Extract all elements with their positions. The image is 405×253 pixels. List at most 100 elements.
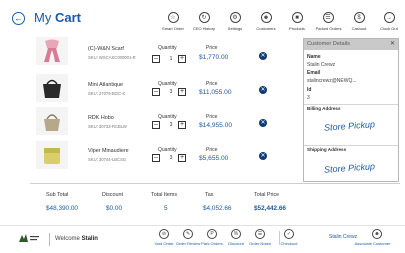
order-notes-icon: ☰ [255,229,265,239]
remove-item-button[interactable]: ✕ [259,119,267,127]
nav-label: Settings [227,26,243,31]
increment-button[interactable]: + [178,88,186,96]
item-name: (C)-W&N Scarf [88,46,124,52]
parked-orders-icon: ☰ [322,12,334,23]
bottom-label: Checkout [280,241,298,246]
footer-divider [0,225,405,226]
customers-icon: ☻ [260,12,272,23]
associate-customer-button[interactable]: ☻ Associate Customer [355,229,392,246]
history-icon: ↻ [198,12,210,23]
price-label: Price [206,147,218,153]
bag-image [36,74,68,102]
quantity-stepper: – 1 + [152,55,190,64]
order-notes-button[interactable]: ☰ Order Notes [247,229,273,246]
park-orders-icon: P [207,229,217,239]
billing-address-label: Billing Address [307,106,341,111]
quantity-stepper: – 3 + [152,154,190,163]
void-order-button[interactable]: ⊘ Void Order [151,229,177,246]
discount-label: Discount [102,192,123,198]
price-label: Price [206,114,218,120]
products-icon: ■ [291,12,303,23]
discount-button[interactable]: % Discount [223,229,249,246]
page-title: My Cart [34,10,81,25]
decrement-button[interactable]: – [152,55,160,63]
associated-customer-name[interactable]: Stalin Crewz [329,234,357,240]
item-sku: SKU: 27079-BOC-K [88,91,126,96]
clutch-icon [44,148,60,164]
nav-ceo-history[interactable]: ↻ CEO History [191,12,217,31]
quantity-stepper: – 3 + [152,121,190,130]
quantity-value[interactable]: 3 [168,154,174,162]
shipping-address-label: Shipping Address [307,147,347,152]
price-label: Price [206,45,218,51]
bottom-label: Associate Customer [354,241,391,246]
price-label: Price [206,81,218,87]
totals-divider [30,183,400,184]
total-items-value: 5 [164,205,168,212]
scarf-image [36,37,68,65]
nav-label: Customers [256,26,276,31]
discount-icon: % [231,229,241,239]
increment-button[interactable]: + [178,154,186,162]
nav-cashout[interactable]: $ Cashout [346,12,372,31]
page-title-prefix: My [34,10,52,25]
bottom-label: Park Orders [201,241,223,246]
sub-total-value: $48,390.00 [46,205,78,212]
quantity-value[interactable]: 3 [168,88,174,96]
quantity-label: Quantity [158,45,177,51]
divider [304,104,398,105]
nav-smart-order[interactable]: ☆ Smart Order [160,12,186,31]
decrement-button[interactable]: – [152,88,160,96]
order-review-button[interactable]: ✎ Order Review [175,229,201,246]
nav-clock-out[interactable]: → Clock Out [376,12,402,31]
page-title-main: Cart [54,10,81,25]
name-label: Name [307,54,321,60]
quantity-label: Quantity [158,147,177,153]
bottom-label: Discount [228,241,244,246]
item-price: $5,655.00 [199,155,229,162]
nav-products[interactable]: ■ Products [284,12,310,31]
order-review-icon: ✎ [183,229,193,239]
item-sku: SKU: WSCASC000001-R [88,55,136,60]
quantity-label: Quantity [158,81,177,87]
quantity-value[interactable]: 3 [168,121,174,129]
increment-button[interactable]: + [178,55,186,63]
clutch-image [36,141,68,169]
quantity-stepper: – 3 + [152,88,190,97]
brand-logo [19,234,39,242]
item-name: Mini Atlantique [88,82,124,88]
increment-button[interactable]: + [178,121,186,129]
total-items-label: Total Items [151,192,178,198]
remove-item-button[interactable]: ✕ [259,86,267,94]
checkout-button[interactable]: ✓ Checkout [276,229,302,246]
smart-order-icon: ☆ [167,12,179,23]
remove-item-button[interactable]: ✕ [259,152,267,160]
item-name: RDK Hobo [88,115,114,121]
item-price: $14,955.00 [199,122,233,129]
bag-image [36,107,68,135]
checkout-icon: ✓ [284,229,294,239]
item-sku: SKU: 30744-LBCSG [88,157,127,162]
id-label: Id [307,87,312,93]
quantity-value[interactable]: 1 [168,55,174,63]
divider [304,145,398,146]
decrement-button[interactable]: – [152,154,160,162]
scarf-icon [44,39,60,62]
nav-customers[interactable]: ☻ Customers [253,12,279,31]
nav-settings[interactable]: ⚙ Settings [222,12,248,31]
nav-parked-orders[interactable]: ☰ Parked Orders [315,12,342,31]
item-price: $1,770.00 [199,54,229,61]
nav-label: Clock Out [380,26,398,31]
customer-email: stalincrewz@NEWQ... [307,78,357,84]
welcome-prefix: Welcome [55,236,80,242]
item-price: $11,055.00 [199,89,232,96]
void-order-icon: ⊘ [159,229,169,239]
footer-separator [49,233,50,246]
decrement-button[interactable]: – [152,121,160,129]
remove-item-button[interactable]: ✕ [259,52,267,60]
park-orders-button[interactable]: P Park Orders [199,229,225,246]
close-icon[interactable]: ✕ [390,39,395,50]
discount-value: $0.00 [106,205,122,212]
email-label: Email [307,70,321,76]
back-arrow-icon[interactable]: ← [12,12,25,25]
